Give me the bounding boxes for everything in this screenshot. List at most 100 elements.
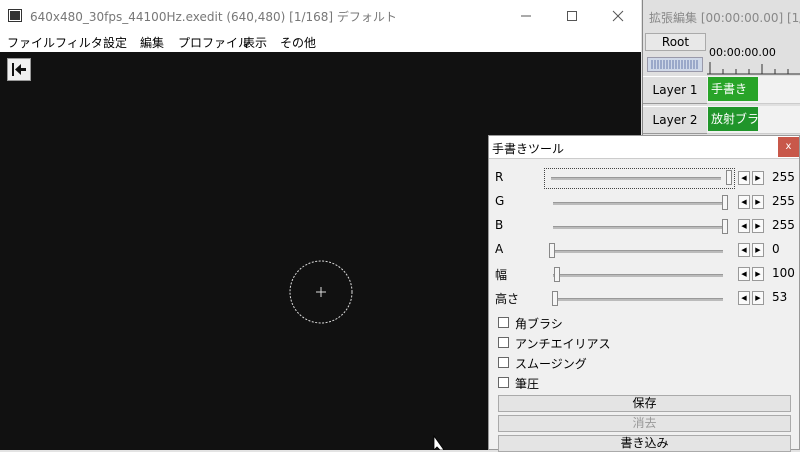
tool-title-bar: 手書きツール x	[489, 136, 799, 159]
tool-title: 手書きツール	[492, 142, 565, 156]
checkbox-square-brush[interactable]: 角ブラシ	[498, 314, 698, 332]
arrow-left-icon: ◀	[741, 222, 747, 230]
film-icon	[8, 9, 22, 22]
layer-1-track[interactable]: 手書き	[707, 76, 800, 104]
skip-to-start-icon	[12, 63, 26, 76]
mouse-pointer-icon	[433, 434, 445, 450]
checkbox-box[interactable]	[498, 337, 509, 348]
slider-track	[551, 177, 721, 180]
slider-row-a: A ◀ ▶ 0	[489, 240, 799, 260]
slider-thumb[interactable]	[549, 243, 555, 258]
increment-button[interactable]: ▶	[752, 267, 764, 281]
clip-handwriting[interactable]: 手書き	[708, 77, 758, 101]
slider-thumb[interactable]	[554, 267, 561, 282]
arrow-left-icon: ◀	[741, 198, 747, 206]
arrow-right-icon: ▶	[755, 270, 761, 278]
slider-value: 100	[772, 266, 795, 280]
slider-height[interactable]	[547, 290, 732, 307]
menu-view[interactable]: 表示	[243, 34, 267, 51]
increment-button[interactable]: ▶	[752, 243, 764, 257]
slider-b[interactable]	[547, 218, 732, 235]
slider-track	[553, 274, 723, 277]
layer-2-header[interactable]: Layer 2	[643, 106, 707, 134]
menu-profile[interactable]: プロファイル	[178, 34, 250, 51]
slider-g[interactable]	[547, 194, 732, 211]
menu-settings[interactable]: 設定	[103, 34, 127, 51]
menu-file[interactable]: ファイル	[7, 34, 55, 51]
slider-row-r: R ◀ ▶ 255	[489, 168, 799, 189]
maximize-icon	[567, 10, 577, 21]
layer-1-header[interactable]: Layer 1	[643, 76, 707, 104]
title-bar: 640x480_30fps_44100Hz.exedit (640,480) […	[0, 0, 641, 31]
close-button[interactable]	[595, 0, 641, 31]
layer-2-track[interactable]: 放射ブラ	[707, 106, 800, 134]
arrow-left-icon: ◀	[741, 246, 747, 254]
slider-value: 255	[772, 218, 795, 232]
checkbox-box[interactable]	[498, 357, 509, 368]
go-to-start-button[interactable]	[7, 58, 31, 81]
slider-label: B	[495, 218, 504, 232]
slider-thumb[interactable]	[722, 195, 728, 210]
write-button[interactable]: 書き込み	[498, 435, 791, 452]
slider-row-width: 幅 ◀ ▶ 100	[489, 264, 799, 284]
menu-other[interactable]: その他	[280, 34, 316, 51]
minimize-icon	[521, 15, 531, 16]
slider-thumb[interactable]	[722, 219, 728, 234]
slider-label: 幅	[495, 268, 508, 282]
slider-value: 255	[772, 170, 795, 184]
root-button[interactable]: Root	[645, 33, 706, 51]
arrow-left-icon: ◀	[741, 270, 747, 278]
checkbox-label: アンチエイリアス	[515, 337, 611, 351]
slider-row-b: B ◀ ▶ 255	[489, 216, 799, 236]
slider-label: A	[495, 242, 504, 256]
slider-track	[553, 250, 723, 253]
tool-close-button[interactable]: x	[778, 137, 799, 157]
slider-thumb[interactable]	[552, 291, 559, 306]
checkbox-label: スムージング	[515, 357, 587, 371]
scrub-ticks	[651, 60, 698, 69]
arrow-right-icon: ▶	[755, 294, 761, 302]
close-icon	[612, 10, 624, 21]
slider-a[interactable]	[547, 242, 732, 259]
checkbox-label: 角ブラシ	[515, 317, 563, 331]
checkbox-box[interactable]	[498, 317, 509, 328]
slider-track	[553, 226, 723, 229]
slider-thumb[interactable]	[726, 170, 732, 185]
save-button[interactable]: 保存	[498, 395, 791, 412]
increment-button[interactable]: ▶	[752, 171, 764, 185]
checkbox-smoothing[interactable]: スムージング	[498, 354, 698, 372]
decrement-button[interactable]: ◀	[738, 195, 750, 209]
increment-button[interactable]: ▶	[752, 291, 764, 305]
slider-width[interactable]	[547, 266, 732, 283]
slider-row-height: 高さ ◀ ▶ 53	[489, 288, 799, 308]
erase-button[interactable]: 消去	[498, 415, 791, 432]
decrement-button[interactable]: ◀	[738, 171, 750, 185]
menu-bar: ファイル フィルタ 設定 編集 プロファイル 表示 その他	[0, 31, 641, 52]
checkbox-pen-pressure[interactable]: 筆圧	[498, 374, 698, 392]
slider-label: G	[495, 194, 505, 208]
slider-track	[553, 298, 723, 301]
slider-value: 53	[772, 290, 788, 304]
time-ruler[interactable]	[707, 62, 800, 76]
menu-edit[interactable]: 編集	[140, 34, 164, 51]
handwriting-tool-dialog: 手書きツール x R ◀ ▶ 255 G ◀ ▶ 255 B ◀ ▶ 255 A ◀ ▶ 0 幅 ◀ ▶ 100 高さ ◀…	[488, 135, 800, 452]
arrow-left-icon: ◀	[741, 174, 747, 182]
audio-scrub-bar[interactable]	[647, 57, 703, 72]
checkbox-antialias[interactable]: アンチエイリアス	[498, 334, 698, 352]
menu-filter[interactable]: フィルタ	[55, 34, 103, 51]
decrement-button[interactable]: ◀	[738, 219, 750, 233]
maximize-button[interactable]	[549, 0, 595, 31]
slider-label: 高さ	[495, 292, 520, 306]
slider-r[interactable]	[544, 168, 735, 189]
increment-button[interactable]: ▶	[752, 195, 764, 209]
clip-radial-blur[interactable]: 放射ブラ	[708, 107, 758, 131]
minimize-button[interactable]	[503, 0, 549, 31]
decrement-button[interactable]: ◀	[738, 243, 750, 257]
checkbox-box[interactable]	[498, 377, 509, 388]
decrement-button[interactable]: ◀	[738, 291, 750, 305]
decrement-button[interactable]: ◀	[738, 267, 750, 281]
increment-button[interactable]: ▶	[752, 219, 764, 233]
timeline-time: 00:00:00.00	[709, 46, 776, 59]
arrow-right-icon: ▶	[755, 198, 761, 206]
timeline-title: 拡張編集 [00:00:00.00] [1/1]	[649, 11, 800, 25]
